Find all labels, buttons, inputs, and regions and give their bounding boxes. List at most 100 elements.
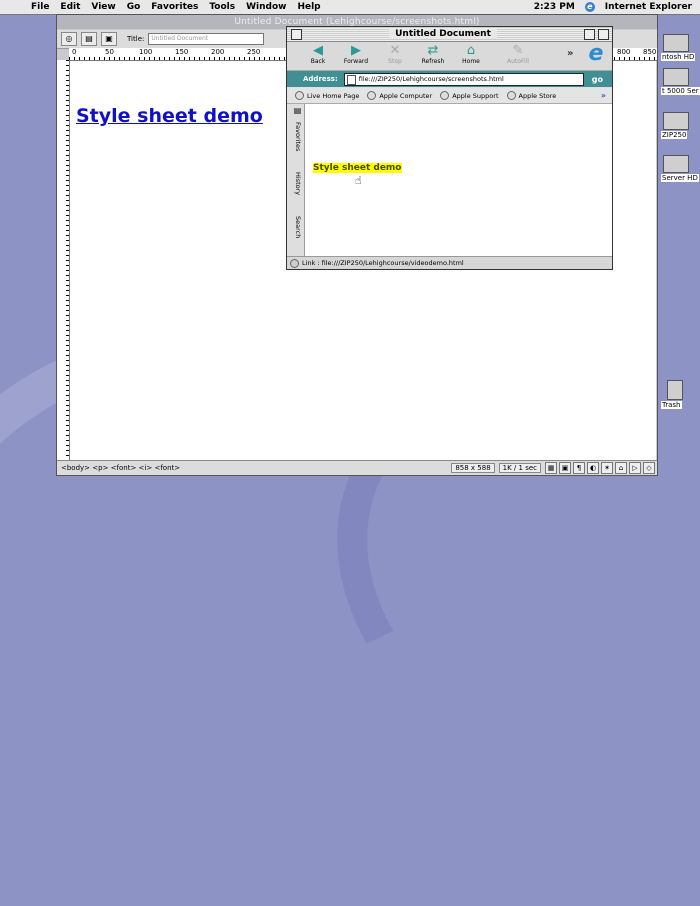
ruler-label: 850 (643, 48, 657, 56)
code-inspector-icon[interactable]: ◇ (643, 462, 655, 474)
hand-cursor-icon: ☝ (355, 174, 362, 187)
home-button[interactable]: ⌂ Home (451, 43, 491, 65)
ie-status-bar: Link : file:///ZIP250/Lehighcourse/video… (287, 256, 612, 269)
menu-window[interactable]: Window (246, 2, 286, 12)
refresh-button[interactable]: ⇄ Refresh (413, 43, 453, 65)
address-bar: Address: file:///ZIP250/Lehighcourse/scr… (287, 71, 612, 87)
ie-title-bar[interactable]: Untitled Document (287, 27, 612, 42)
zoom-box-icon[interactable] (583, 28, 595, 40)
server-icon (663, 68, 689, 86)
link-live-home-page[interactable]: Live Home Page (295, 91, 359, 100)
pencil-icon: ✎ (512, 43, 524, 58)
ruler-label: 50 (105, 48, 114, 56)
menu-file[interactable]: File (31, 2, 49, 12)
hard-disk-icon (663, 155, 689, 173)
forward-label: Forward (343, 58, 369, 65)
close-box-icon[interactable] (291, 28, 302, 40)
link-label: Apple Computer (379, 91, 433, 100)
ie-content-area[interactable]: Style sheet demo ☝ (305, 104, 612, 256)
link-apple-support[interactable]: Apple Support (440, 91, 499, 100)
hard-disk-icon (663, 34, 689, 52)
stop-label: Stop (388, 58, 402, 65)
tag-selector[interactable]: <body> <p> <font> <i> <font> (61, 464, 180, 472)
layout-view-icon[interactable]: ◎ (61, 32, 77, 46)
link-apple-store[interactable]: Apple Store (506, 91, 557, 100)
link-label: Apple Store (518, 91, 557, 100)
address-label: Address: (303, 75, 338, 83)
menu-edit[interactable]: Edit (60, 2, 80, 12)
internet-explorer-window: Untitled Document ◀ Back ▶ Forward ✕ Sto… (286, 26, 613, 270)
home-label: Home (462, 58, 480, 65)
ruler-label: 100 (139, 48, 153, 56)
favorite-icon (367, 91, 377, 100)
forward-arrow-icon: ▶ (351, 43, 361, 58)
menu-help[interactable]: Help (297, 2, 320, 12)
tab-favorites[interactable]: Favorites (288, 122, 302, 151)
history-icon[interactable]: ⌂ (615, 462, 627, 474)
explorer-bar-tabs: ▤ Favorites History Search (287, 104, 305, 256)
collapse-box-icon[interactable] (597, 28, 609, 40)
refresh-label: Refresh (421, 58, 445, 65)
menu-tools[interactable]: Tools (209, 2, 235, 12)
back-arrow-icon: ◀ (313, 43, 323, 58)
window-size-popup[interactable]: 858 x 588 (451, 463, 495, 473)
status-text: Link : file:///ZIP250/Lehighcourse/video… (302, 259, 464, 267)
menubar-clock[interactable]: 2:23 PM (534, 2, 575, 12)
desktop-icon-hd[interactable]: ntosh HD (661, 34, 700, 61)
favorite-icon (440, 91, 450, 100)
timeline-icon[interactable]: ▷ (629, 462, 641, 474)
stop-icon: ✕ (389, 43, 401, 58)
desktop-icon-zip[interactable]: ZIP250 (661, 112, 700, 139)
link-apple-computer[interactable]: Apple Computer (367, 91, 432, 100)
links-overflow-chevron[interactable]: » (601, 91, 606, 100)
menubar: File Edit View Go Favorites Tools Window… (0, 0, 700, 15)
menu-favorites[interactable]: Favorites (151, 2, 198, 12)
stop-button[interactable]: ✕ Stop (375, 43, 415, 65)
internet-explorer-logo-icon: e (588, 41, 604, 66)
autofill-button[interactable]: ✎ AutoFill (498, 43, 538, 65)
application-menu[interactable]: Internet Explorer (605, 2, 692, 12)
ruler-label: 0 (72, 48, 77, 56)
desktop-icon-server-hd[interactable]: Server HD (661, 155, 700, 182)
behaviors-icon[interactable]: ✶ (601, 462, 613, 474)
zip-disk-icon (663, 112, 689, 130)
tab-history[interactable]: History (288, 172, 302, 195)
site-icon[interactable]: ▦ (545, 462, 557, 474)
html-styles-icon[interactable]: ¶ (573, 462, 585, 474)
style-sheet-demo-link[interactable]: Style sheet demo (313, 163, 402, 173)
link-label: Live Home Page (307, 91, 360, 100)
back-label: Back (310, 58, 326, 65)
link-label: Apple Support (452, 91, 499, 100)
tab-search[interactable]: Search (288, 216, 302, 238)
ruler-label: 200 (211, 48, 225, 56)
address-field[interactable]: file:///ZIP250/Lehighcourse/screenshots.… (343, 72, 584, 86)
toolbar-overflow-chevron[interactable]: » (567, 48, 573, 59)
menu-view[interactable]: View (91, 2, 115, 12)
design-view-icon[interactable]: ▣ (101, 32, 117, 46)
code-view-icon[interactable]: ▤ (81, 32, 97, 46)
page-heading[interactable]: Style sheet demo (76, 105, 263, 127)
back-button[interactable]: ◀ Back (298, 43, 338, 65)
document-title-field[interactable]: Untitled Document (148, 33, 265, 45)
status-globe-icon (290, 258, 299, 268)
css-styles-icon[interactable]: ◐ (587, 462, 599, 474)
internet-explorer-icon: e (584, 2, 595, 12)
links-bar: Live Home Page Apple Computer Apple Supp… (287, 88, 612, 104)
desktop-icon-server[interactable]: t 5000 Ser (661, 68, 700, 95)
ruler-label: 800 (617, 48, 631, 56)
assets-icon[interactable]: ▣ (559, 462, 571, 474)
explorer-bar-toggle-icon[interactable]: ▤ (288, 106, 302, 115)
page-icon (346, 74, 356, 85)
menu-go[interactable]: Go (127, 2, 141, 12)
desktop-icon-trash[interactable]: Trash (661, 380, 700, 409)
refresh-icon: ⇄ (427, 43, 439, 58)
trash-icon (667, 380, 683, 400)
dreamweaver-status-bar: <body> <p> <font> <i> <font> 858 x 588 1… (57, 460, 657, 475)
home-icon: ⌂ (466, 43, 476, 58)
ie-window-title: Untitled Document (389, 29, 497, 39)
forward-button[interactable]: ▶ Forward (336, 43, 376, 65)
ruler-label: 250 (247, 48, 261, 56)
vertical-ruler (57, 60, 70, 463)
go-button[interactable]: go (592, 75, 603, 84)
favorite-icon (506, 91, 516, 100)
